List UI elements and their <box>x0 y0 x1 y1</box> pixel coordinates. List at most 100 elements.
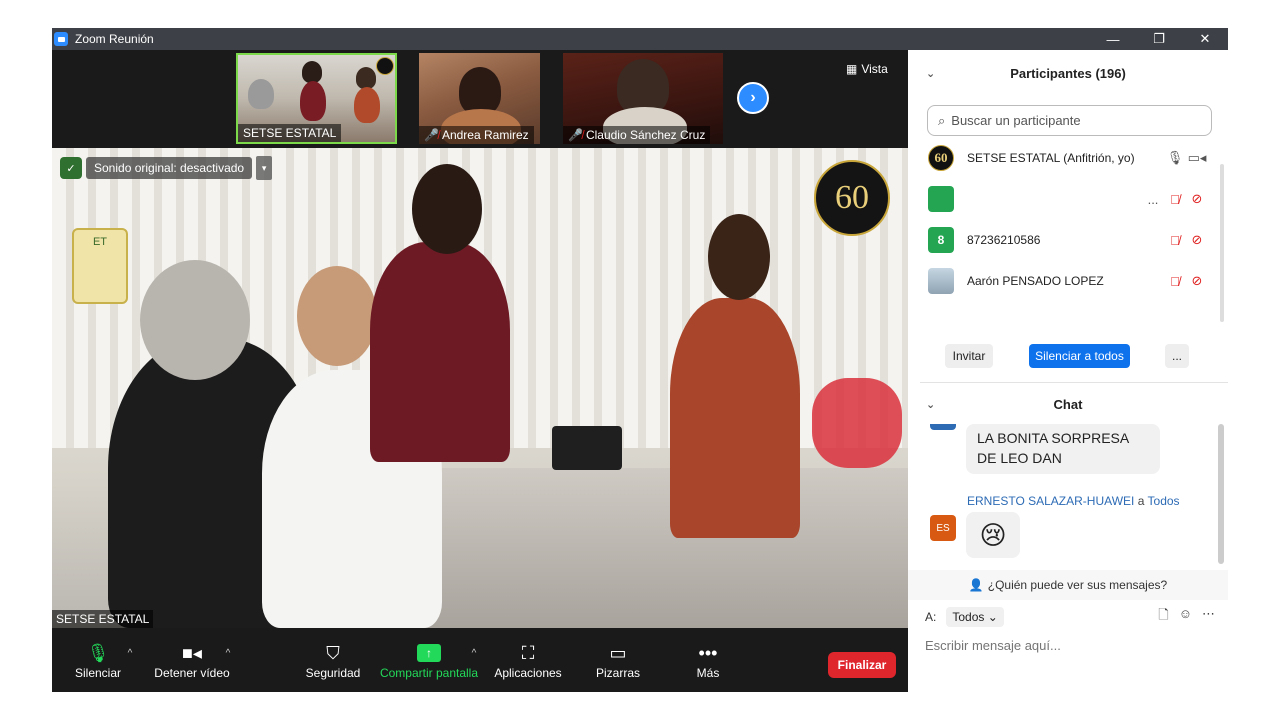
title-bar: Zoom Reunión — ❐ ✕ <box>52 28 1228 50</box>
participant-name: Claudio Sánchez Cruz <box>585 128 706 142</box>
close-button[interactable]: ✕ <box>1182 28 1228 50</box>
thumbnail-strip: SETSE ESTATAL 🎤̸ Andrea Ramirez 🎤̸ Claud… <box>52 50 908 146</box>
next-page-button[interactable]: › <box>737 82 769 114</box>
mic-muted-icon[interactable]: 🎙̸ <box>1164 192 1186 207</box>
participant-figure <box>140 260 250 380</box>
participant-name: 87236210586 <box>967 233 1041 247</box>
chat-scrollbar[interactable] <box>1218 424 1224 564</box>
participant-row[interactable]: Aarón PENSADO LOPEZ 🎙̸ ⊘ <box>928 261 1208 301</box>
participant-name: SETSE ESTATAL (Anfitrión, yo) <box>967 151 1135 165</box>
participant-name: Andrea Ramirez <box>441 128 529 142</box>
view-label: Vista <box>861 62 888 76</box>
participant-name: Aarón PENSADO LOPEZ <box>967 274 1104 288</box>
mic-muted-icon: 🎤̸ <box>568 128 583 142</box>
mute-label: Silenciar <box>74 666 122 680</box>
participants-scrollbar[interactable] <box>1220 164 1224 322</box>
participant-figure <box>370 242 510 462</box>
participant-figure <box>300 81 326 121</box>
active-speaker-name: SETSE ESTATAL <box>52 610 154 628</box>
share-screen-label: Compartir pantalla <box>379 666 479 680</box>
mute-button[interactable]: 🎙 Silenciar <box>72 628 124 692</box>
chevron-down-icon[interactable]: ⌄ <box>926 398 935 411</box>
sender-avatar <box>930 424 956 430</box>
speaker-device <box>552 426 622 470</box>
participant-figure <box>459 67 501 115</box>
more-button[interactable]: ••• Más <box>688 628 728 692</box>
security-button[interactable]: ⛉ Seguridad <box>304 628 362 692</box>
microphone-icon[interactable]: 🎙 <box>1164 150 1186 166</box>
chat-sender-name[interactable]: ERNESTO SALAZAR-HUAWEI <box>967 494 1134 508</box>
video-off-icon[interactable]: ⊘ <box>1186 232 1208 248</box>
grid-icon: ▦ <box>846 62 858 76</box>
shield-check-icon: ✓ <box>60 157 82 179</box>
chevron-up-icon: ^ <box>225 648 231 659</box>
participant-row[interactable]: ... 🎙̸ ⊘ <box>928 179 1208 219</box>
participant-search[interactable]: ⌕ Buscar un participante <box>927 105 1212 136</box>
audio-options-button[interactable]: ^ <box>122 628 138 692</box>
share-screen-button[interactable]: ↑ Compartir pantalla <box>379 628 479 692</box>
apps-button[interactable]: ⛶ Aplicaciones <box>492 628 564 692</box>
emoji-icon[interactable]: ☺ <box>1179 606 1192 628</box>
chat-message-input[interactable] <box>925 638 1215 653</box>
thumbnail-label: SETSE ESTATAL <box>238 124 342 142</box>
video-thumbnail[interactable]: SETSE ESTATAL <box>236 53 397 144</box>
mic-muted-icon[interactable]: 🎙̸ <box>1164 233 1186 248</box>
video-off-icon[interactable]: ⊘ <box>1186 191 1208 207</box>
chevron-up-icon: ^ <box>471 648 477 659</box>
window-title: Zoom Reunión <box>75 32 154 46</box>
participant-figure <box>708 214 770 300</box>
video-off-icon[interactable]: ⊘ <box>1186 273 1208 289</box>
mute-all-button[interactable]: Silenciar a todos <box>1029 344 1130 368</box>
video-thumbnail[interactable]: 🎤̸ Claudio Sánchez Cruz <box>563 53 723 144</box>
more-dots-icon[interactable]: ⋯ <box>1202 606 1215 628</box>
chat-message: 😢 <box>966 512 1020 558</box>
main-video: ET ✓ Sonido original: desactivado ▾ 60 S… <box>52 148 908 628</box>
meeting-toolbar: 🎙 Silenciar ^ ■◂ Detener vídeo ^ ⛉ Segur… <box>52 628 908 692</box>
video-area: SETSE ESTATAL 🎤̸ Andrea Ramirez 🎤̸ Claud… <box>52 50 908 628</box>
chevron-down-icon[interactable]: ⌄ <box>926 67 935 80</box>
file-icon[interactable]: 🗋 <box>1158 606 1168 628</box>
chevron-up-icon: ^ <box>127 648 133 659</box>
chevron-down-icon[interactable]: ▾ <box>256 156 273 180</box>
participants-title: Participantes (196) <box>1010 65 1126 81</box>
minimize-button[interactable]: — <box>1090 28 1136 50</box>
sender-avatar: ES <box>930 515 956 541</box>
apps-icon: ⛶ <box>521 642 535 663</box>
share-options-button[interactable]: ^ <box>466 628 482 692</box>
anniversary-badge: 60 <box>814 160 890 236</box>
original-sound-button[interactable]: Sonido original: desactivado <box>86 157 253 179</box>
participant-figure <box>412 164 482 254</box>
stop-video-label: Detener vídeo <box>154 666 230 680</box>
chat-recipient-row: A: Todos ⌄ 🗋 ☺ ⋯ <box>925 606 1215 628</box>
whiteboards-button[interactable]: ▭ Pizarras <box>592 628 644 692</box>
video-camera-icon[interactable]: ▭◂ <box>1186 150 1208 166</box>
chat-recipient[interactable]: Todos <box>1148 494 1180 508</box>
restore-button[interactable]: ❐ <box>1136 28 1182 50</box>
search-icon: ⌕ <box>938 112 946 128</box>
search-input[interactable]: Buscar un participante <box>951 113 1080 128</box>
participant-figure <box>356 67 376 89</box>
mic-muted-icon: 🎤̸ <box>424 128 439 142</box>
who-can-see-messages[interactable]: 👤 ¿Quién puede ver sus mensajes? <box>908 570 1228 600</box>
anniversary-badge-text: 60 <box>835 179 869 216</box>
crying-emoji-icon: 😢 <box>979 519 1007 550</box>
union-logo-text: ET <box>92 236 108 248</box>
video-options-button[interactable]: ^ <box>220 628 236 692</box>
participant-avatar <box>928 268 954 294</box>
more-label: Más <box>696 666 720 680</box>
participant-figure <box>297 266 377 366</box>
participants-more-button[interactable]: ... <box>1165 344 1189 368</box>
to-label: A: <box>925 610 937 624</box>
mic-muted-icon[interactable]: 🎙̸ <box>1164 274 1186 289</box>
microphone-icon: 🎙 <box>86 642 110 663</box>
recipient-dropdown[interactable]: Todos ⌄ <box>946 607 1004 627</box>
chat-message: LA BONITA SORPRESA DE LEO DAN <box>966 424 1160 474</box>
video-thumbnail[interactable]: 🎤̸ Andrea Ramirez <box>419 53 540 144</box>
participants-header: ⌄ Participantes (196) <box>908 52 1228 94</box>
participant-row[interactable]: 8 87236210586 🎙̸ ⊘ <box>928 220 1208 260</box>
participant-row[interactable]: 60 SETSE ESTATAL (Anfitrión, yo) 🎙 ▭◂ <box>928 138 1208 178</box>
view-button[interactable]: ▦ Vista <box>846 62 888 76</box>
invite-button[interactable]: Invitar <box>945 344 993 368</box>
side-panel: ⌄ Participantes (196) ⌕ Buscar un partic… <box>908 50 1228 692</box>
end-meeting-button[interactable]: Finalizar <box>828 652 896 678</box>
